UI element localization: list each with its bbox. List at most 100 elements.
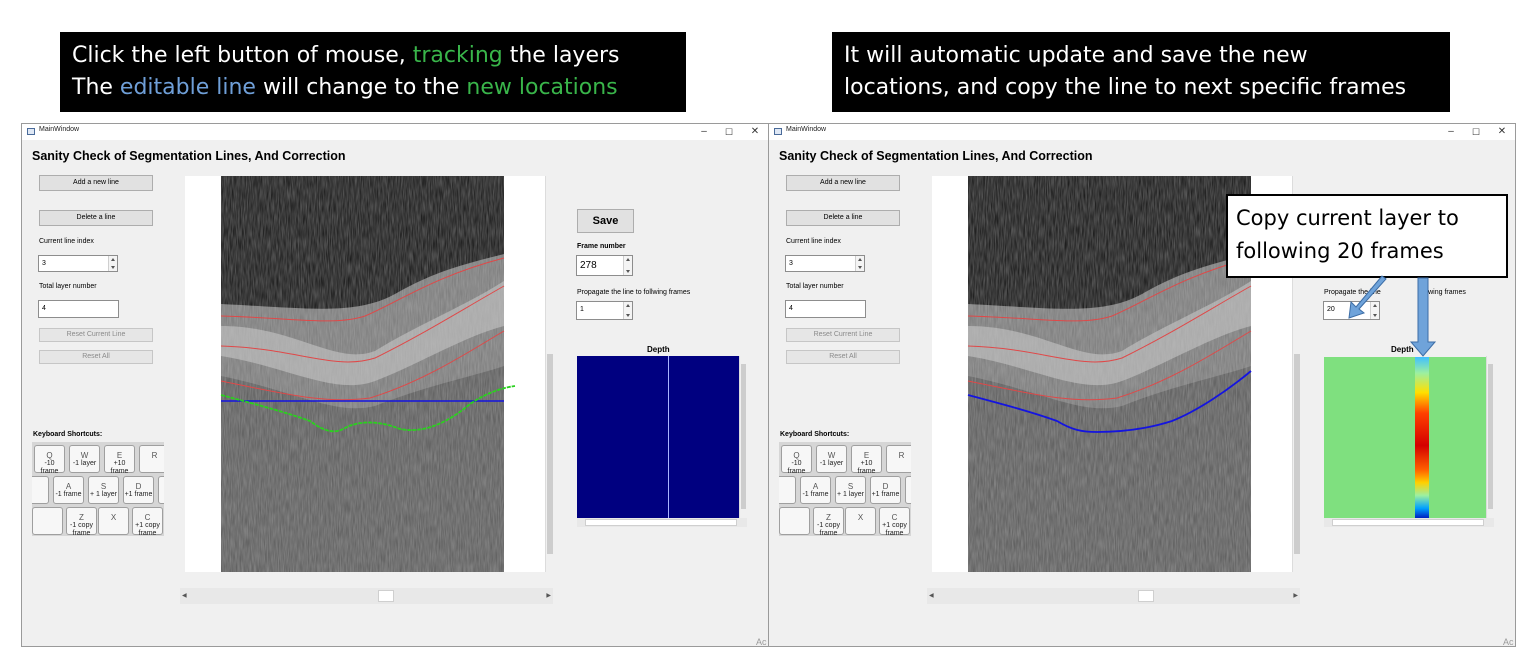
- key-d: D +1 frame: [123, 476, 154, 504]
- scroll-right-icon[interactable]: ▶: [546, 592, 551, 599]
- add-line-button[interactable]: Add a new line: [786, 175, 900, 191]
- depth-plot-marker: [668, 356, 669, 518]
- frame-number-spinbox[interactable]: 278: [576, 255, 633, 276]
- minimize-button[interactable]: –: [697, 125, 711, 139]
- total-layer-label: Total layer number: [39, 283, 97, 290]
- delete-line-button[interactable]: Delete a line: [786, 210, 900, 226]
- close-button[interactable]: ✕: [748, 125, 762, 139]
- key-d: D +1 frame: [870, 476, 901, 504]
- activation-watermark-right: Ac: [1503, 637, 1514, 647]
- key-r: R: [886, 445, 911, 473]
- spin-arrows-icon[interactable]: [623, 256, 632, 275]
- image-horizontal-scrollbar[interactable]: ◀ ▶: [180, 588, 553, 604]
- key-q: Q -10 frame: [34, 445, 65, 475]
- depth-plot-band: [1415, 357, 1429, 518]
- key-r: R: [139, 445, 164, 473]
- total-layer-label: Total layer number: [786, 283, 844, 290]
- close-button[interactable]: ✕: [1495, 125, 1509, 139]
- window-icon: [774, 128, 782, 135]
- delete-line-button[interactable]: Delete a line: [39, 210, 153, 226]
- key-s: S + 1 layer: [88, 476, 119, 504]
- window-title: MainWindow: [39, 126, 80, 133]
- key-a: A -1 frame: [800, 476, 831, 504]
- scrollbar-thumb[interactable]: [1294, 354, 1300, 554]
- oct-image-view[interactable]: [185, 176, 550, 572]
- propagate-spinbox[interactable]: 1: [576, 301, 633, 320]
- title-bar: MainWindow – ☐ ✕: [769, 124, 1515, 140]
- caption-left: Click the left button of mouse, tracking…: [60, 32, 686, 112]
- reset-all-button[interactable]: Reset All: [786, 350, 900, 364]
- callout-line1: Copy current layer to: [1236, 206, 1459, 230]
- activation-watermark-left: Ac: [756, 637, 767, 647]
- depth-plot[interactable]: [1324, 357, 1487, 518]
- window-title: MainWindow: [786, 126, 827, 133]
- image-horizontal-scrollbar[interactable]: ◀ ▶: [927, 588, 1300, 604]
- scroll-right-icon[interactable]: ▶: [1293, 592, 1298, 599]
- keyboard-shortcuts-label: Keyboard Shortcuts:: [33, 431, 103, 438]
- scroll-left-icon[interactable]: ◀: [929, 592, 934, 599]
- add-line-button[interactable]: Add a new line: [39, 175, 153, 191]
- spin-arrows-icon[interactable]: [108, 256, 117, 271]
- minimize-button[interactable]: –: [1444, 125, 1458, 139]
- spin-arrows-icon[interactable]: [1370, 302, 1379, 319]
- key-c: C +1 copy frame: [132, 507, 163, 536]
- scrollbar-thumb[interactable]: [1488, 364, 1493, 509]
- scroll-left-icon[interactable]: ◀: [182, 592, 187, 599]
- key-a: A -1 frame: [53, 476, 84, 504]
- current-line-label: Current line index: [39, 238, 94, 245]
- depth-label: Depth: [1391, 345, 1414, 354]
- current-line-spinbox[interactable]: 3: [785, 255, 865, 272]
- caption-right-line2: locations, and copy the line to next spe…: [844, 75, 1407, 100]
- depth-horizontal-scrollbar[interactable]: [1324, 518, 1494, 527]
- keyboard-shortcuts-label: Keyboard Shortcuts:: [780, 431, 850, 438]
- reset-current-line-button[interactable]: Reset Current Line: [786, 328, 900, 342]
- key-e: E +10 frame: [851, 445, 882, 475]
- scrollbar-thumb[interactable]: [741, 364, 746, 509]
- title-bar: MainWindow – ☐ ✕: [22, 124, 768, 140]
- oct-scan-image[interactable]: [185, 176, 550, 572]
- key-w: W -1 layer: [69, 445, 100, 473]
- app-title: Sanity Check of Segmentation Lines, And …: [32, 149, 346, 163]
- scrollbar-thumb[interactable]: [1138, 590, 1154, 602]
- propagate-label: Propagate the line to follwing frames: [577, 289, 691, 296]
- depth-plot[interactable]: [577, 356, 740, 518]
- key-z: Z -1 copy frame: [813, 507, 844, 536]
- spin-arrows-icon[interactable]: [855, 256, 864, 271]
- key-blank: [779, 476, 796, 504]
- propagate-label-visible: Propagate the line: [1324, 289, 1381, 296]
- key-shift: [32, 507, 63, 535]
- depth-vertical-scrollbar[interactable]: [1486, 356, 1494, 518]
- current-line-spinbox[interactable]: 3: [38, 255, 118, 272]
- depth-label: Depth: [647, 345, 670, 354]
- caption-left-line2: The editable line will change to the new…: [72, 75, 618, 100]
- spin-arrows-icon[interactable]: [623, 302, 632, 319]
- scrollbar-thumb[interactable]: [1332, 519, 1484, 526]
- key-e: E +10 frame: [104, 445, 135, 475]
- key-blank: [32, 476, 49, 504]
- depth-horizontal-scrollbar[interactable]: [577, 518, 747, 527]
- keyboard-shortcuts-image: Q -10 frame W -1 layer E +10 frame R A -1 fr…: [779, 442, 911, 536]
- image-vertical-scrollbar[interactable]: [545, 176, 554, 572]
- save-button[interactable]: Save: [577, 209, 634, 233]
- depth-vertical-scrollbar[interactable]: [739, 356, 747, 518]
- key-x: X: [845, 507, 876, 535]
- reset-current-line-button[interactable]: Reset Current Line: [39, 328, 153, 342]
- main-window-left: MainWindow – ☐ ✕ Sanity Check of Segment…: [21, 123, 769, 647]
- keyboard-shortcuts-image: Q -10 frame W -1 layer E +10 frame R A -1 fr…: [32, 442, 164, 536]
- total-layer-field[interactable]: 4: [38, 300, 119, 318]
- scrollbar-thumb[interactable]: [585, 519, 737, 526]
- callout-box: Copy current layer to following 20 frame…: [1226, 194, 1508, 278]
- reset-all-button[interactable]: Reset All: [39, 350, 153, 364]
- propagate-spinbox[interactable]: 20: [1323, 301, 1380, 320]
- propagate-label-tail: llwing frames: [1425, 289, 1466, 296]
- maximize-button[interactable]: ☐: [1469, 125, 1483, 139]
- scrollbar-thumb[interactable]: [378, 590, 394, 602]
- caption-right-line1: It will automatic update and save the ne…: [844, 43, 1308, 68]
- frame-number-label: Frame number: [577, 243, 626, 250]
- key-c: C +1 copy frame: [879, 507, 910, 536]
- key-shift: [779, 507, 810, 535]
- total-layer-field[interactable]: 4: [785, 300, 866, 318]
- current-line-label: Current line index: [786, 238, 841, 245]
- scrollbar-thumb[interactable]: [547, 354, 553, 554]
- maximize-button[interactable]: ☐: [722, 125, 736, 139]
